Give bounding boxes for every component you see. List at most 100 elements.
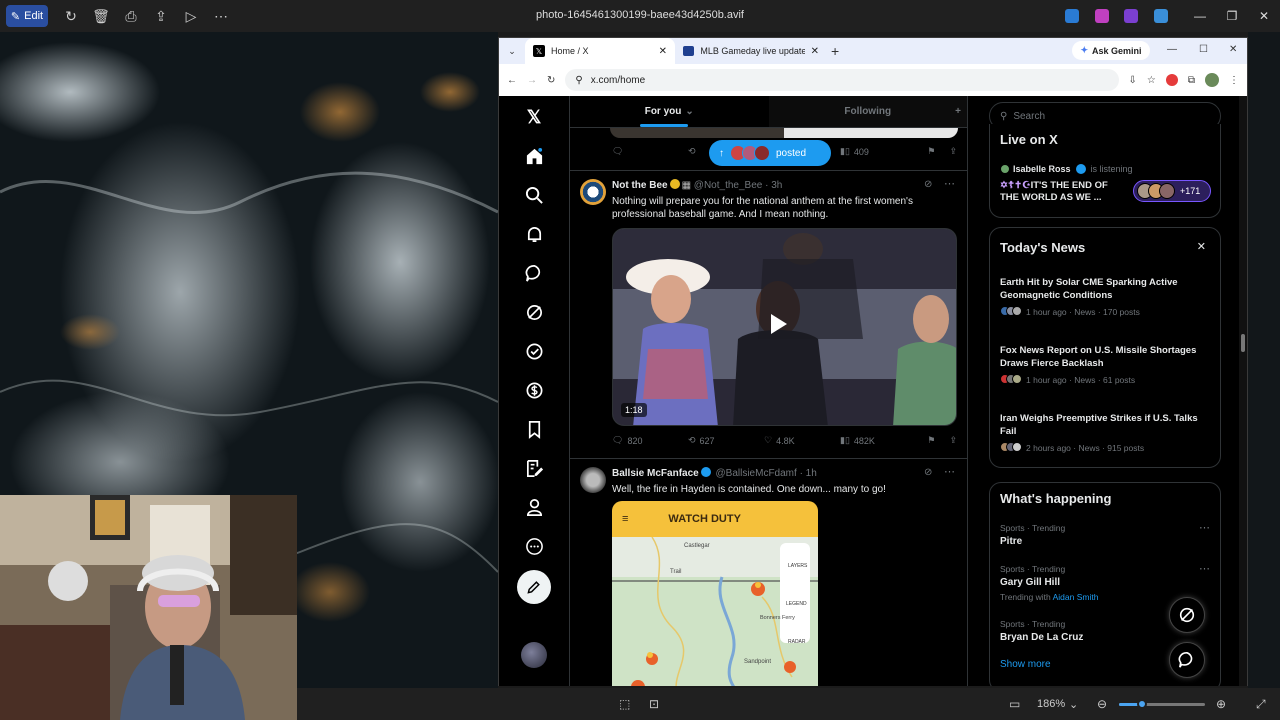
tab-close-icon[interactable]: ✕ [659,46,667,57]
reply-icon[interactable]: 🗨 [612,146,688,157]
app-icon-2[interactable] [1095,9,1109,23]
site-info-icon[interactable]: ⚲ [575,75,582,86]
author-name[interactable]: Ballsie McFanface [612,468,699,479]
news-item[interactable]: Earth Hit by Solar CME Sparking Active G… [1000,276,1214,318]
trend-item[interactable]: Sports · Trending Gary Gill Hill Trendin… [1000,564,1214,602]
grok-fab[interactable] [1169,597,1205,633]
rotate-icon[interactable]: ↻ [56,4,86,28]
zoom-level[interactable]: 186% [1037,698,1065,710]
maximize-icon[interactable]: ☐ [1199,44,1208,55]
views-button[interactable]: ▮▯ 482K [840,435,916,446]
articles-icon[interactable] [514,449,554,488]
scan-icon[interactable]: ⊡ [649,697,659,711]
author-name[interactable]: Not the Bee [612,180,668,191]
page-scrollbar[interactable] [1239,96,1247,686]
home-icon[interactable] [514,137,554,176]
account-avatar[interactable] [521,642,547,668]
share-icon[interactable]: ⇪ [146,4,176,28]
tab-mlb[interactable]: MLB Gameday live updates: Pi ✕ [675,38,827,64]
grok-icon[interactable] [514,293,554,332]
tweet-more-icon[interactable]: ⋯ [944,177,955,190]
scrollbar-thumb[interactable] [1241,334,1245,352]
new-tab-icon[interactable]: + [831,43,839,59]
close-icon[interactable]: ✕ [1229,44,1237,55]
browser-menu-icon[interactable]: ⋮ [1229,75,1239,86]
reload-icon[interactable]: ↻ [547,75,555,86]
delete-icon[interactable]: 🗑 [86,4,116,28]
messages-fab[interactable] [1169,642,1205,678]
more-options-icon[interactable] [514,527,554,566]
show-more-link[interactable]: Show more [1000,659,1051,670]
space-title[interactable]: ✡☦✝☪IT'S THE END OF THE WORLD AS WE ... [1000,180,1128,204]
trend-more-icon[interactable]: ⋯ [1199,562,1210,575]
trend-item[interactable]: Sports · Trending Pitre [1000,523,1214,547]
trend-more-icon[interactable]: ⋯ [1199,521,1210,534]
fit-icon[interactable]: ⬚ [619,697,630,711]
repost-button[interactable]: ⟲ 627 [688,435,764,446]
extensions-puzzle-icon[interactable]: ⧉ [1188,75,1195,86]
monetization-icon[interactable] [514,371,554,410]
tab-home-x[interactable]: 𝕏 Home / X ✕ [525,38,675,64]
extension-icon[interactable] [1165,74,1178,86]
news-item[interactable]: Fox News Report on U.S. Missile Shortage… [1000,344,1214,386]
zoom-slider-thumb[interactable] [1137,699,1147,709]
minimize-icon[interactable]: — [1184,0,1216,32]
notifications-bell-icon[interactable] [514,215,554,254]
bookmark-icon[interactable]: ⚑ [927,146,935,157]
play-icon[interactable] [771,314,787,334]
compose-post-button[interactable] [517,570,551,604]
app-icon-4[interactable] [1154,9,1168,23]
bookmark-star-icon[interactable]: ☆ [1147,75,1156,86]
minimize-icon[interactable]: — [1167,44,1177,55]
edit-button[interactable]: ✎ Edit [6,5,48,27]
tweet-not-the-bee[interactable]: Not the Bee ▦ @Not_the_Bee · 3h ⊘ ⋯ Nothi… [570,171,967,459]
grok-explain-icon[interactable]: ⊘ [924,467,932,478]
author-handle[interactable]: @BallsieMcFdamf [716,468,797,479]
new-posts-pill[interactable]: ↑ posted [709,140,831,166]
tweet-avatar[interactable] [580,467,606,493]
zoom-slider[interactable] [1119,699,1205,709]
profile-avatar[interactable] [1205,73,1219,87]
tab-close-icon[interactable]: ✕ [811,46,819,57]
space-listeners[interactable]: +171 [1133,180,1211,202]
bookmark-icon[interactable]: ⚑ [927,435,935,446]
bookmarks-icon[interactable] [514,410,554,449]
tweet-image-watch-duty[interactable]: ≡ WATCH DUTY Castlegar Trail Bonners Fer… [612,501,818,686]
author-handle[interactable]: @Not_the_Bee [694,180,763,191]
maximize-icon[interactable]: ❐ [1216,0,1248,32]
app-icon-3[interactable] [1124,9,1138,23]
verified-orgs-icon[interactable] [514,332,554,371]
aspect-icon[interactable]: ▭ [1009,697,1020,711]
fullscreen-icon[interactable]: ⤢ [1256,697,1266,712]
slideshow-icon[interactable]: ▷ [176,4,206,28]
messages-icon[interactable] [514,254,554,293]
tweet-time[interactable]: · 3h [765,180,782,191]
share-icon[interactable]: ⇪ [949,146,957,157]
share-icon[interactable]: ⇪ [949,435,957,446]
profile-icon[interactable] [514,488,554,527]
explore-search-icon[interactable] [514,176,554,215]
x-logo-icon[interactable]: 𝕏 [514,98,554,137]
grok-explain-icon[interactable]: ⊘ [924,179,932,190]
zoom-dropdown-icon[interactable]: ⌄ [1069,698,1078,711]
tab-for-you[interactable]: For you ⌄ [570,96,769,127]
print-icon[interactable]: ⎙ [116,4,146,28]
news-item[interactable]: Iran Weighs Preemptive Strikes if U.S. T… [1000,412,1214,454]
url-field[interactable]: ⚲ x.com/home [565,69,1119,91]
ask-gemini-button[interactable]: ✦ Ask Gemini [1072,41,1150,60]
zoom-out-icon[interactable]: ⊖ [1097,697,1107,711]
like-button[interactable]: ♡ 4.8K [764,435,840,446]
live-host[interactable]: Isabelle Ross is listening [1000,164,1133,174]
more-icon[interactable]: ⋯ [206,4,236,28]
tab-following[interactable]: Following + [768,96,967,127]
trend-extra-link[interactable]: Aidan Smith [1053,592,1099,602]
tweet-video[interactable]: 1:18 [612,228,957,426]
tweet-ballsie-mcfanface[interactable]: Ballsie McFanface @BallsieMcFdamf · 1h ⊘… [570,459,967,686]
app-icon-1[interactable] [1065,9,1079,23]
views-stat[interactable]: ▮▯ 409 [840,146,916,157]
install-icon[interactable]: ⇩ [1129,75,1137,86]
zoom-in-icon[interactable]: ⊕ [1216,697,1226,711]
reply-button[interactable]: 🗨 820 [612,435,688,446]
tweet-more-icon[interactable]: ⋯ [944,465,955,478]
tweet-time[interactable]: · 1h [800,468,817,479]
